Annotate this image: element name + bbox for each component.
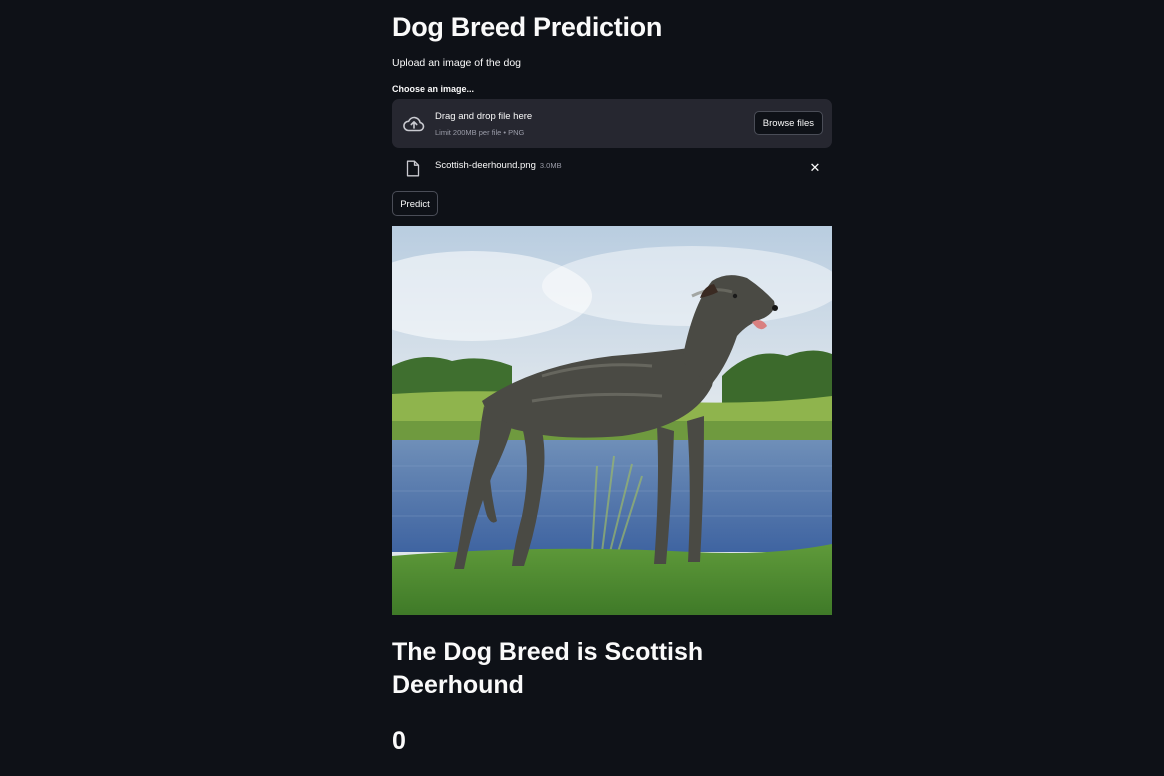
- predict-button[interactable]: Predict: [392, 191, 438, 216]
- prediction-result: The Dog Breed is Scottish Deerhound: [392, 638, 704, 699]
- close-icon[interactable]: ✕: [808, 161, 822, 175]
- page-subtitle: Upload an image of the dog: [392, 57, 522, 69]
- file-dropzone[interactable]: Drag and drop file here Limit 200MB per …: [392, 99, 832, 148]
- file-name-text: Scottish-deerhound.png: [435, 160, 536, 171]
- page-title: Dog Breed Prediction: [392, 12, 663, 42]
- prediction-value: 0: [392, 727, 406, 755]
- browse-files-button[interactable]: Browse files: [753, 111, 823, 135]
- dropzone-instructions: Drag and drop file here: [435, 111, 533, 122]
- file-icon: [406, 160, 420, 177]
- uploaded-file-row: Scottish-deerhound.png 3.0MB ✕: [392, 152, 832, 182]
- dropzone-limit: Limit 200MB per file • PNG: [435, 128, 525, 137]
- file-size: 3.0MB: [539, 161, 562, 170]
- cloud-upload-icon: [403, 116, 425, 132]
- uploaded-file-name: Scottish-deerhound.png 3.0MB: [435, 160, 562, 171]
- uploader-label: Choose an image...: [392, 84, 475, 94]
- dog-image: [392, 226, 832, 615]
- dog-photo: [392, 226, 832, 615]
